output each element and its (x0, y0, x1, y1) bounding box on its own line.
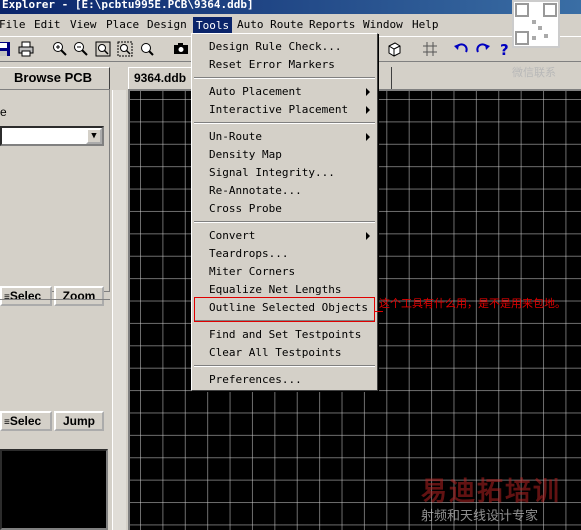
qr-label: 微信联系 (512, 66, 556, 79)
browse-section: e ▼ ≡Selec Zoom (0, 89, 110, 306)
menu-item-miter-corners[interactable]: Miter Corners (192, 263, 377, 281)
zoom-selected-icon[interactable] (138, 40, 156, 58)
menu-item-clear-all-testpoints[interactable]: Clear All Testpoints (192, 344, 377, 362)
grid-icon[interactable] (421, 40, 439, 58)
menu-design[interactable]: Design (147, 17, 187, 33)
submenu-arrow-icon (366, 232, 370, 240)
annotation-highlight (194, 297, 375, 322)
menu-item-label: Miter Corners (209, 265, 296, 278)
tab-browse-pcb[interactable]: Browse PCB (0, 67, 110, 89)
browse-label: e (0, 105, 7, 119)
panel-scrollbar[interactable] (112, 90, 126, 530)
menu-file[interactable]: File (0, 17, 26, 33)
menu-item-reset-error-markers[interactable]: Reset Error Markers (192, 56, 377, 74)
menu-item-label: Interactive Placement (209, 103, 349, 116)
menu-item-cross-probe[interactable]: Cross Probe (192, 200, 377, 218)
tools-dropdown-menu: Design Rule Check... Reset Error Markers A… (191, 33, 378, 391)
menu-view[interactable]: View (70, 17, 97, 33)
save-icon[interactable] (0, 40, 12, 58)
select-label-2: Selec (9, 414, 42, 428)
menu-tools[interactable]: Tools (193, 17, 233, 33)
menu-edit[interactable]: Edit (34, 17, 61, 33)
menu-separator (194, 221, 375, 223)
window-title: Explorer - [E:\pcbtu995E.PCB\9364.ddb] (0, 0, 581, 14)
browse-panel: Browse PCB e ▼ ≡Selec Zoom ≡Selec Jump (0, 63, 128, 530)
watermark-tagline: 射频和天线设计专家 (421, 509, 539, 524)
qr-code-icon (512, 0, 560, 48)
menu-item-preferences[interactable]: Preferences... (192, 371, 377, 389)
menu-separator (194, 77, 375, 79)
menu-separator (194, 122, 375, 124)
tab-document[interactable]: 9364.ddb (128, 67, 200, 89)
zoom-out-icon[interactable] (72, 40, 90, 58)
zoom-area-icon[interactable] (116, 40, 134, 58)
browse-list[interactable] (0, 299, 110, 407)
menu-item-label: Re-Annotate... (209, 184, 302, 197)
menu-help[interactable]: Help (412, 17, 439, 33)
menu-item-interactive-placement[interactable]: Interactive Placement (192, 101, 377, 119)
camera-icon[interactable] (172, 40, 190, 58)
submenu-arrow-icon (366, 133, 370, 141)
menu-item-un-route[interactable]: Un-Route (192, 128, 377, 146)
menu-item-label: Find and Set Testpoints (209, 328, 362, 341)
menu-item-density-map[interactable]: Density Map (192, 146, 377, 164)
menu-item-label: Cross Probe (209, 202, 282, 215)
jump-button[interactable]: Jump (54, 411, 104, 431)
menu-item-label: Convert (209, 229, 256, 242)
menu-item-label: Clear All Testpoints (209, 346, 342, 359)
menu-item-auto-placement[interactable]: Auto Placement (192, 83, 377, 101)
menu-separator (194, 365, 375, 367)
submenu-arrow-icon (366, 88, 370, 96)
menu-item-design-rule-check[interactable]: Design Rule Check... (192, 38, 377, 56)
annotation-connector (375, 311, 383, 312)
submenu-arrow-icon (366, 106, 370, 114)
undo-icon[interactable] (452, 40, 470, 58)
redo-icon[interactable] (474, 40, 492, 58)
tab-bar-edge (378, 67, 392, 89)
menu-item-label: Design Rule Check... (209, 40, 342, 53)
menu-item-label: Signal Integrity... (209, 166, 335, 179)
menu-item-label: Preferences... (209, 373, 302, 386)
menu-item-label: Auto Placement (209, 85, 302, 98)
menu-item-label: Equalize Net Lengths (209, 283, 342, 296)
menu-item-label: Un-Route (209, 130, 262, 143)
3d-icon[interactable] (385, 40, 403, 58)
menu-window[interactable]: Window (363, 17, 403, 33)
zoom-fit-icon[interactable] (94, 40, 112, 58)
select-button-2[interactable]: ≡Selec (0, 411, 52, 431)
menu-auto-route[interactable]: Auto Route (237, 17, 303, 33)
mini-viewer[interactable] (0, 449, 108, 530)
svg-text:?: ? (500, 41, 509, 57)
menu-place[interactable]: Place (106, 17, 139, 33)
chevron-down-icon[interactable]: ▼ (86, 128, 102, 144)
watermark-logo: 易迪拓培训 (421, 477, 562, 507)
menu-item-convert[interactable]: Convert (192, 227, 377, 245)
menu-item-signal-integrity[interactable]: Signal Integrity... (192, 164, 377, 182)
menu-item-label: Reset Error Markers (209, 58, 335, 71)
menu-item-label: Teardrops... (209, 247, 289, 260)
zoom-in-icon[interactable] (51, 40, 69, 58)
menu-reports[interactable]: Reports (309, 17, 355, 33)
menu-item-label: Density Map (209, 148, 282, 161)
menu-item-re-annotate[interactable]: Re-Annotate... (192, 182, 377, 200)
menu-item-teardrops[interactable]: Teardrops... (192, 245, 377, 263)
menu-item-find-and-set-testpoints[interactable]: Find and Set Testpoints (192, 326, 377, 344)
browse-select[interactable]: ▼ (0, 126, 104, 146)
print-icon[interactable] (17, 40, 35, 58)
annotation-text: 这个工具有什么用，是不是用来包地。 (379, 297, 566, 310)
